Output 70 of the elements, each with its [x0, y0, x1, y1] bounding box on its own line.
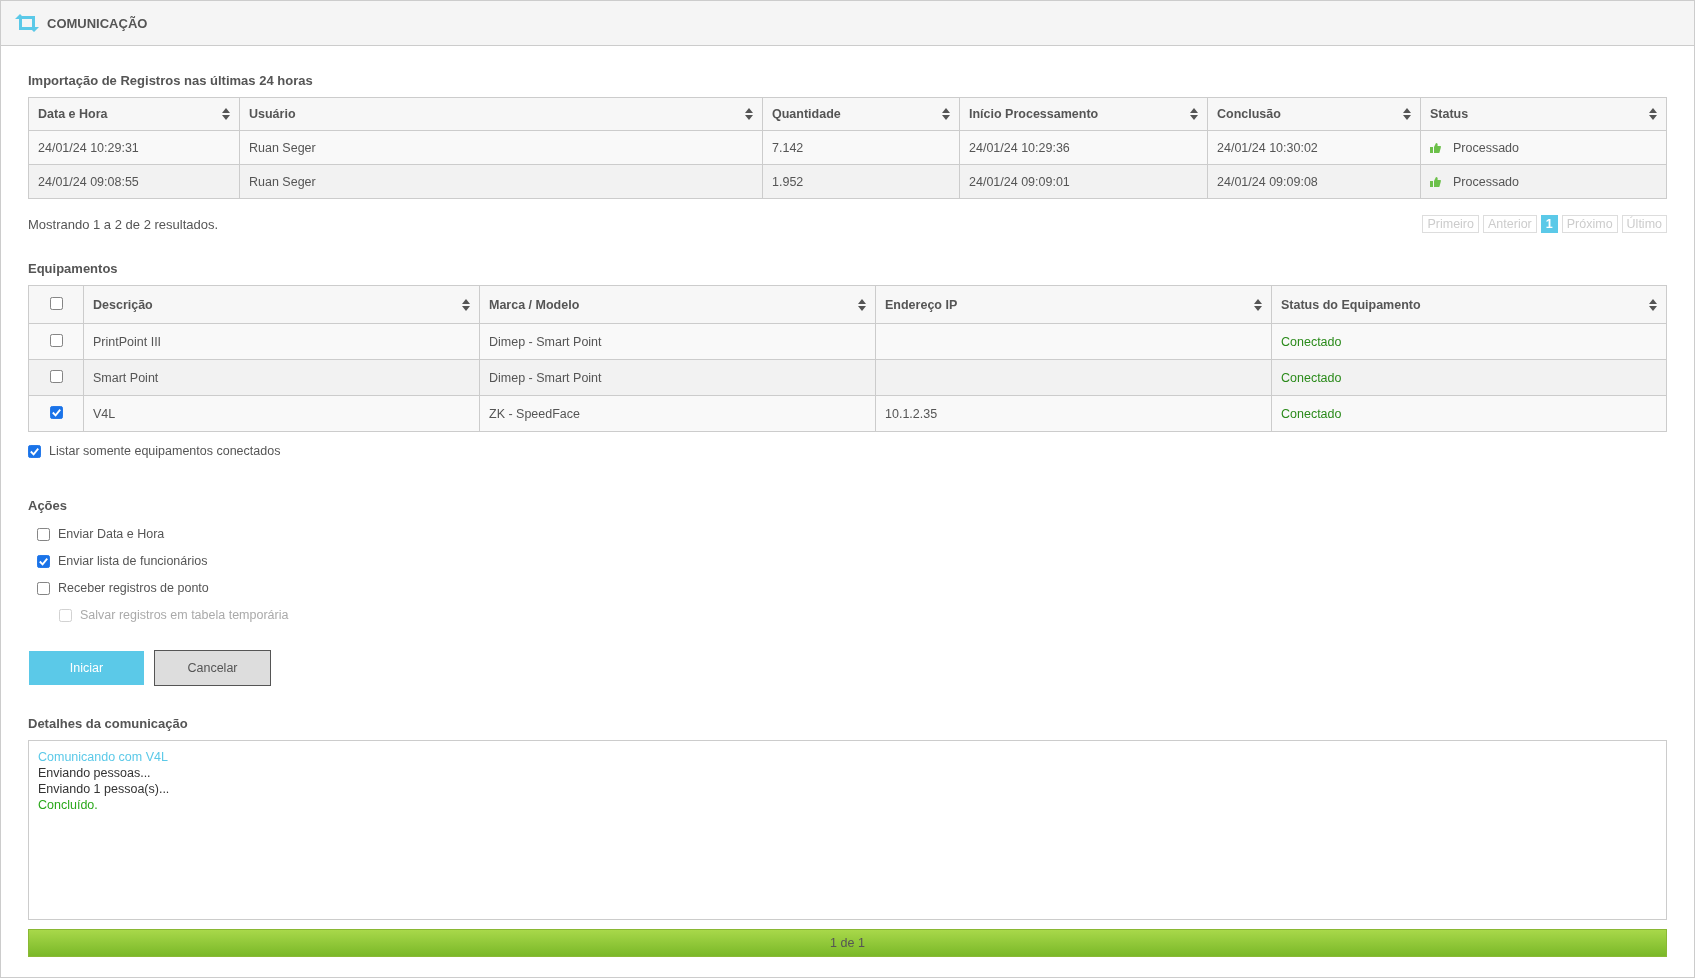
column-header[interactable]: Endereço IP [875, 285, 1272, 324]
table-cell: Conectado [1271, 359, 1667, 396]
sort-icon [222, 108, 230, 120]
table-cell: Conectado [1271, 323, 1667, 360]
column-header[interactable]: Data e Hora [28, 97, 240, 131]
checkbox-label: Receber registros de ponto [58, 581, 209, 595]
table-cell: Dimep - Smart Point [479, 359, 876, 396]
column-header[interactable]: Status do Equipamento [1271, 285, 1667, 324]
checkbox[interactable] [49, 296, 63, 310]
table-cell: PrintPoint III [83, 323, 480, 360]
thumbs-up-icon [1430, 176, 1441, 187]
cancel-button[interactable]: Cancelar [154, 650, 271, 686]
column-header[interactable]: Descrição [83, 285, 480, 324]
sort-icon [462, 298, 470, 311]
sync-arrows-icon [15, 14, 39, 32]
log-line: Concluído. [38, 798, 99, 812]
table-cell: Smart Point [83, 359, 480, 396]
checkbox-label: Salvar registros em tabela temporária [80, 608, 289, 622]
sort-icon [1649, 108, 1657, 120]
table-cell: Dimep - Smart Point [479, 323, 876, 360]
sort-icon [1254, 298, 1262, 311]
table-cell: 1.952 [762, 164, 960, 199]
page-title: COMUNICAÇÃO [47, 15, 148, 31]
section-title: Detalhes da comunicação [28, 716, 189, 731]
sort-icon [858, 298, 866, 311]
checkbox[interactable] [28, 444, 41, 458]
section-title: Equipamentos [28, 261, 119, 276]
table-cell: 10.1.2.35 [875, 395, 1272, 432]
checkbox-label: Listar somente equipamentos conectados [49, 444, 281, 458]
status-text: Processado [1453, 140, 1519, 155]
table-cell: 24/01/24 09:08:55 [28, 164, 240, 199]
log-line: Enviando pessoas... [38, 766, 152, 780]
sort-icon [942, 108, 950, 120]
section-title: Ações [28, 498, 69, 513]
sort-icon [1649, 298, 1657, 311]
log-line: Comunicando com V4L [38, 750, 169, 764]
sort-icon [1403, 108, 1411, 120]
table-cell: 24/01/24 10:29:36 [959, 130, 1208, 165]
table-cell: Ruan Seger [239, 130, 763, 165]
checkbox-label: Enviar lista de funcionários [58, 554, 208, 568]
table-cell: Ruan Seger [239, 164, 763, 199]
sort-icon [745, 108, 753, 120]
checkbox[interactable] [37, 581, 50, 595]
checkbox[interactable] [37, 527, 50, 541]
status-text: Processado [1453, 174, 1519, 189]
table-cell: 24/01/24 09:09:08 [1207, 164, 1421, 199]
column-header[interactable]: Marca / Modelo [479, 285, 876, 324]
column-header[interactable]: Status [1420, 97, 1667, 131]
column-header[interactable]: Usuário [239, 97, 763, 131]
table-cell: 7.142 [762, 130, 960, 165]
section-title: Importação de Registros nas últimas 24 horas [28, 73, 314, 88]
thumbs-up-icon [1430, 142, 1441, 153]
progress-text: 1 de 1 [830, 936, 865, 950]
log-line: Enviando 1 pessoa(s)... [38, 782, 171, 796]
checkbox[interactable] [49, 369, 63, 383]
column-header[interactable]: Conclusão [1207, 97, 1421, 131]
column-header[interactable]: Quantidade [762, 97, 960, 131]
table-cell: V4L [83, 395, 480, 432]
checkbox[interactable] [49, 333, 63, 347]
table-cell: 24/01/24 10:30:02 [1207, 130, 1421, 165]
table-cell: Conectado [1271, 395, 1667, 432]
checkbox[interactable] [37, 554, 50, 568]
column-header[interactable]: Início Processamento [959, 97, 1208, 131]
checkbox[interactable] [49, 405, 63, 419]
table-cell: 24/01/24 09:09:01 [959, 164, 1208, 199]
checkbox-label: Enviar Data e Hora [58, 527, 165, 541]
table-cell: 24/01/24 10:29:31 [28, 130, 240, 165]
table-cell: ZK - SpeedFace [479, 395, 876, 432]
sort-icon [1190, 108, 1198, 120]
results-summary: Mostrando 1 a 2 de 2 resultados. [28, 216, 219, 232]
